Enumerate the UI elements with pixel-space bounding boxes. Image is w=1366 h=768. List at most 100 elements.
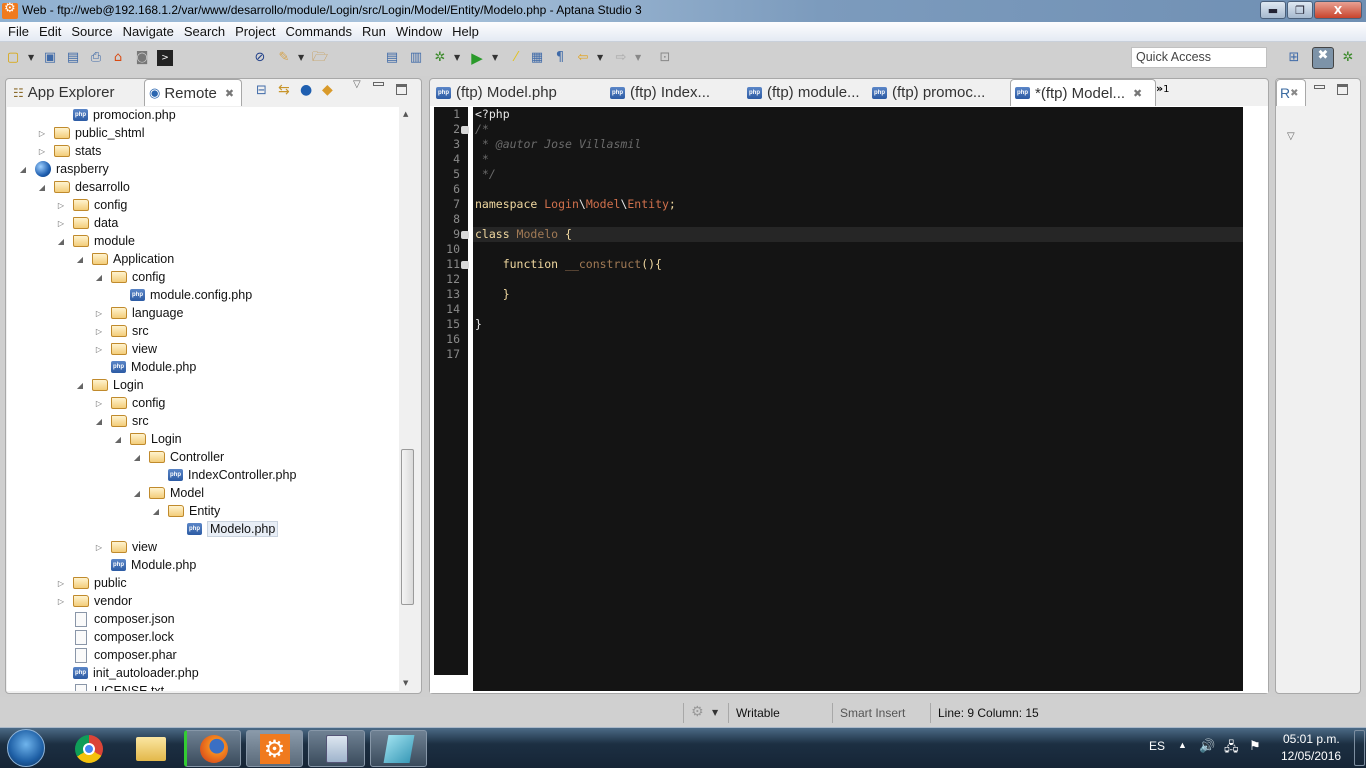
editor-tab[interactable]: php (ftp) Index... (606, 79, 724, 106)
gear-icon[interactable]: ⚙ (691, 704, 704, 720)
quick-access-input[interactable]: Quick Access (1131, 47, 1267, 68)
view-menu-icon[interactable]: ▽ (353, 79, 361, 90)
debug-perspective-icon[interactable]: ✲ (1340, 50, 1356, 66)
close-window-button[interactable]: X (1314, 1, 1362, 19)
minimize-button[interactable]: ▬ (1260, 1, 1286, 19)
close-tab-icon[interactable]: ✖ (225, 87, 234, 100)
tree-item[interactable]: php IndexController.php (150, 466, 296, 484)
editor-tab[interactable]: php (ftp) Model.php (432, 79, 582, 106)
new-dropdown-icon[interactable]: ▼ (28, 50, 34, 66)
restore-button[interactable]: ❐ (1287, 1, 1313, 19)
run-icon[interactable]: ▶ (469, 50, 485, 66)
tree-item[interactable]: ▷ src (93, 322, 149, 340)
code-editor[interactable]: <?php/* * @autor Jose Villasmil * */ name… (473, 107, 1243, 691)
view-menu-icon[interactable]: ▽ (1287, 131, 1295, 142)
brush-dropdown-icon[interactable]: ▼ (298, 50, 304, 66)
tree-item[interactable]: ▷ view (93, 340, 157, 358)
fold-toggle-icon[interactable] (461, 261, 469, 269)
action-center-flag-icon[interactable]: ⚑ (1249, 738, 1261, 754)
taskbar-notepad[interactable] (370, 730, 427, 767)
menu-edit[interactable]: Edit (34, 24, 66, 39)
menu-help[interactable]: Help (447, 24, 484, 39)
tree-item[interactable]: ▷ public (55, 574, 127, 592)
maximize-view-icon[interactable] (396, 84, 407, 95)
expanded-arrow-icon[interactable]: ◢ (93, 273, 105, 282)
show-whitespace-icon[interactable]: ¶ (552, 50, 568, 66)
tab-r[interactable]: R ✖ (1276, 79, 1306, 106)
expanded-arrow-icon[interactable]: ◢ (131, 453, 143, 462)
tree-item[interactable]: ▷ vendor (55, 592, 132, 610)
open-resource-icon[interactable]: ▥ (408, 50, 424, 66)
tree-item[interactable]: ◢ raspberry (17, 160, 109, 178)
expanded-arrow-icon[interactable]: ◢ (36, 183, 48, 192)
save-icon[interactable]: ▣ (42, 50, 58, 66)
editor-tab[interactable]: php (ftp) promoc... (868, 79, 998, 106)
link-editor-icon[interactable]: ⇆ (278, 82, 290, 98)
web-perspective-icon[interactable]: ✖ (1312, 47, 1334, 69)
menu-navigate[interactable]: Navigate (118, 24, 179, 39)
open-project-icon[interactable]: 🗁 (312, 50, 328, 66)
print-icon[interactable]: ⎙ (88, 50, 104, 66)
scrollbar-thumb[interactable] (401, 449, 414, 605)
tree-item[interactable]: php Module.php (93, 358, 196, 376)
tree-item[interactable]: composer.lock (55, 628, 174, 646)
tab-app-explorer[interactable]: ☷ App Explorer (10, 79, 144, 106)
scroll-down-icon[interactable]: ▼ (403, 679, 408, 687)
maximize-view-icon[interactable] (1337, 84, 1348, 95)
menu-window[interactable]: Window (391, 24, 447, 39)
expanded-arrow-icon[interactable]: ◢ (150, 507, 162, 516)
expanded-arrow-icon[interactable]: ◢ (131, 489, 143, 498)
open-perspective-icon[interactable]: ⊞ (1286, 50, 1302, 66)
tree-item[interactable]: php init_autoloader.php (55, 664, 199, 682)
minimize-view-icon[interactable] (1314, 85, 1325, 89)
new-connection-icon[interactable]: ◆ (322, 82, 333, 98)
taskbar-aptana[interactable]: ⚙ (246, 730, 303, 767)
new-icon[interactable]: ▢ (5, 50, 21, 66)
debug-dropdown-icon[interactable]: ▼ (454, 50, 460, 66)
menu-search[interactable]: Search (179, 24, 230, 39)
tree-item[interactable]: php Modelo.php (169, 520, 279, 538)
taskbar-calculator[interactable] (308, 730, 365, 767)
tree-item[interactable]: ▷ config (93, 394, 165, 412)
clock-date[interactable]: 12/05/2016 (1281, 749, 1341, 763)
toggle-mark-icon[interactable]: ⊘ (252, 50, 268, 66)
terminal-icon[interactable]: > (157, 50, 173, 66)
tree-item[interactable]: ◢ Entity (150, 502, 220, 520)
forward-dropdown-icon[interactable]: ▼ (635, 50, 641, 66)
expanded-arrow-icon[interactable]: ◢ (74, 381, 86, 390)
collapsed-arrow-icon[interactable]: ▷ (93, 543, 105, 552)
collapsed-arrow-icon[interactable]: ▷ (93, 327, 105, 336)
fold-toggle-icon[interactable] (461, 231, 469, 239)
tree-item[interactable]: LICENSE.txt (55, 682, 164, 691)
debug-icon[interactable]: ✲ (432, 50, 448, 66)
tree-item[interactable]: php promocion.php (55, 107, 176, 124)
taskbar-explorer[interactable] (122, 730, 179, 767)
tree-item[interactable]: ◢ src (93, 412, 149, 430)
menu-project[interactable]: Project (230, 24, 280, 39)
tree-item[interactable]: ◢ module (55, 232, 135, 250)
back-icon[interactable]: ⇦ (575, 50, 591, 66)
show-hidden-icons-icon[interactable]: ▲ (1178, 740, 1187, 750)
tree-item[interactable]: ◢ Application (74, 250, 174, 268)
menu-commands[interactable]: Commands (281, 24, 357, 39)
tree-item[interactable]: composer.json (55, 610, 175, 628)
collapsed-arrow-icon[interactable]: ▷ (55, 579, 67, 588)
volume-icon[interactable]: 🔊 (1199, 738, 1215, 754)
tree-item[interactable]: ◢ Controller (131, 448, 224, 466)
brush-icon[interactable]: ✎ (276, 50, 292, 66)
gear-dropdown-icon[interactable]: ▼ (712, 708, 718, 717)
menu-file[interactable]: File (3, 24, 34, 39)
new-site-icon[interactable]: ● (300, 82, 312, 98)
tree-item[interactable]: composer.phar (55, 646, 177, 664)
expanded-arrow-icon[interactable]: ◢ (93, 417, 105, 426)
tree-item[interactable]: ◢ config (93, 268, 165, 286)
close-tab-icon[interactable]: ✖ (1290, 88, 1298, 99)
collapsed-arrow-icon[interactable]: ▷ (36, 129, 48, 138)
tree-item[interactable]: ◢ Login (112, 430, 182, 448)
tree-item[interactable]: ◢ Model (131, 484, 204, 502)
tab-overflow-button[interactable]: »1 (1156, 82, 1169, 95)
taskbar-chrome[interactable] (60, 730, 117, 767)
tree-item[interactable]: ▷ data (55, 214, 118, 232)
start-button[interactable] (7, 729, 45, 767)
tree-item[interactable]: ▷ view (93, 538, 157, 556)
